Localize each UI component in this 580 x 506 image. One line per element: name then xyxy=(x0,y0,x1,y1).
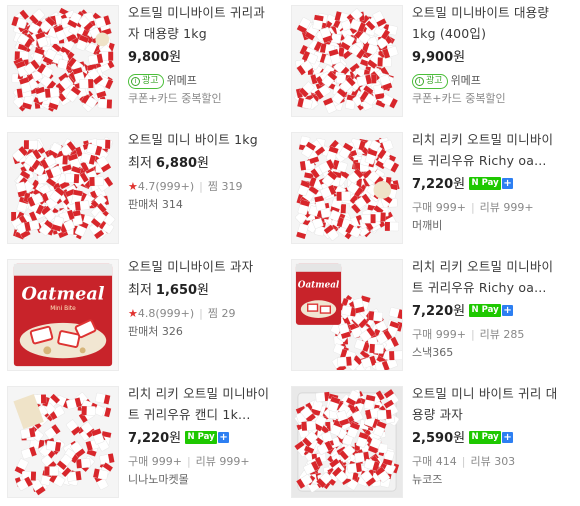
product-image[interactable] xyxy=(7,5,119,117)
price: 7,220원 N Pay + xyxy=(412,304,514,319)
package-brand: Oatmeal xyxy=(298,281,340,291)
seller-name[interactable]: 니나노마켓몰 xyxy=(128,471,276,489)
product-image[interactable]: Oatmeal xyxy=(291,259,403,371)
ad-store[interactable]: 위메프 xyxy=(167,74,197,87)
product-image[interactable] xyxy=(291,132,403,244)
product-title[interactable]: 리치 리키 오트밀 미니바이트 귀리우유 Richy oa... xyxy=(412,129,560,171)
stats-line: 구매 999+ | 리뷰 999+ xyxy=(128,455,250,468)
price: 최저 1,650원 xyxy=(128,283,210,298)
candy-pile-image xyxy=(292,6,402,116)
npay-logo-icon: N Pay + xyxy=(469,304,514,317)
ad-store[interactable]: 위메프 xyxy=(451,74,481,87)
star-icon: ★ xyxy=(128,307,138,320)
star-icon: ★ xyxy=(128,180,138,193)
rating-line: ★4.7(999+) | 찜 319 xyxy=(128,180,243,193)
product-title[interactable]: 오트밀 미니 바이트 귀리 대용량 과자 xyxy=(412,383,560,425)
product-title[interactable]: 리치 리키 오트밀 미니바이트 귀리우유 캔디 1k... xyxy=(128,383,276,425)
price: 2,590원 N Pay + xyxy=(412,431,514,446)
candy-pile-image xyxy=(8,133,118,243)
seller-count[interactable]: 판매처 326 xyxy=(128,323,276,341)
product-image[interactable] xyxy=(7,386,119,498)
npay-logo-icon: N Pay + xyxy=(469,431,514,444)
product-image[interactable] xyxy=(291,5,403,117)
seller-name[interactable]: 머깨비 xyxy=(412,217,560,235)
candy-pile-image xyxy=(292,387,402,497)
npay-logo-icon: N Pay + xyxy=(185,431,230,444)
ad-line: i 광고 위메프 xyxy=(412,72,560,90)
candy-pile-image xyxy=(292,133,402,243)
candy-pile-image xyxy=(8,387,118,497)
product-title[interactable]: 오트밀 미니바이트 과자 xyxy=(128,256,276,277)
npay-logo-icon: N Pay + xyxy=(469,177,514,190)
ad-info-icon: i xyxy=(131,76,140,86)
oatmeal-package-image: Oatmeal Mini Bite xyxy=(8,260,118,370)
ad-info-icon: i xyxy=(415,76,424,86)
product-image[interactable] xyxy=(291,386,403,498)
product-title[interactable]: 오트밀 미니바이트 대용량 1kg (400입) xyxy=(412,2,560,44)
product-image[interactable]: Oatmeal Mini Bite xyxy=(7,259,119,371)
product-card[interactable]: 리치 리키 오트밀 미니바이트 귀리우유 캔디 1k... 7,220원 N Pa… xyxy=(0,383,282,501)
price: 9,800원 xyxy=(128,50,182,65)
package-sub: Mini Bite xyxy=(50,306,76,312)
product-title[interactable]: 오트밀 미니바이트 귀리과자 대용량 1kg xyxy=(128,2,276,44)
seller-name[interactable]: 스낵365 xyxy=(412,344,560,362)
product-card[interactable]: 오트밀 미니바이트 귀리과자 대용량 1kg 9,800원 i 광고 위메프 쿠폰+… xyxy=(0,2,282,120)
stats-line: 구매 999+ | 리뷰 285 xyxy=(412,328,525,341)
stats-line: 구매 414 | 리뷰 303 xyxy=(412,455,516,468)
coupon-text: 쿠폰+카드 중복할인 xyxy=(128,92,222,105)
stats-line: 구매 999+ | 리뷰 999+ xyxy=(412,201,534,214)
product-card[interactable]: 오트밀 미니 바이트 1kg 최저 6,880원 ★4.7(999+) | 찜 319… xyxy=(0,129,282,247)
price: 7,220원 N Pay + xyxy=(412,177,514,192)
price: 최저 6,880원 xyxy=(128,156,210,171)
oatmeal-bag-and-candies-image: Oatmeal xyxy=(292,260,402,370)
candy-pile-image xyxy=(8,6,118,116)
ad-line: i 광고 위메프 xyxy=(128,72,276,90)
seller-count[interactable]: 판매처 314 xyxy=(128,196,276,214)
product-card[interactable]: 리치 리키 오트밀 미니바이트 귀리우유 Richy oa... 7,220원 N… xyxy=(284,129,566,247)
product-image[interactable] xyxy=(7,132,119,244)
ad-badge[interactable]: i 광고 xyxy=(412,73,448,89)
ad-badge[interactable]: i 광고 xyxy=(128,73,164,89)
product-title[interactable]: 리치 리키 오트밀 미니바이트 귀리우유 Richy oa... xyxy=(412,256,560,298)
coupon-text: 쿠폰+카드 중복할인 xyxy=(412,92,506,105)
package-brand: Oatmeal xyxy=(21,283,104,304)
product-card[interactable]: 오트밀 미니 바이트 귀리 대용량 과자 2,590원 N Pay + 구매 414… xyxy=(284,383,566,501)
product-card[interactable]: Oatmeal Mini Bite 오트밀 미니바이트 과자 최저 1,650원 … xyxy=(0,256,282,374)
product-card[interactable]: 오트밀 미니바이트 대용량 1kg (400입) 9,900원 i 광고 위메프 쿠… xyxy=(284,2,566,120)
rating-line: ★4.8(999+) | 찜 29 xyxy=(128,307,236,320)
product-title[interactable]: 오트밀 미니 바이트 1kg xyxy=(128,129,276,150)
seller-name[interactable]: 뉴코즈 xyxy=(412,471,560,489)
price: 9,900원 xyxy=(412,50,466,65)
product-card[interactable]: Oatmeal 리치 리키 오트밀 미니바이트 귀리우유 Richy oa...… xyxy=(284,256,566,374)
price: 7,220원 N Pay + xyxy=(128,431,230,446)
